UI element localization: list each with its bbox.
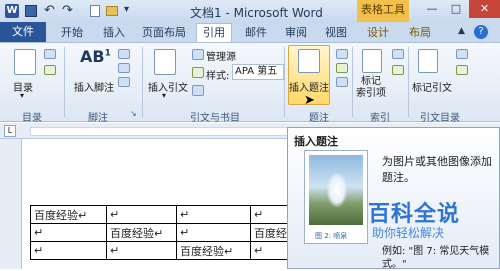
tab-design[interactable]: 设计 — [362, 24, 394, 42]
maximize-button[interactable]: □ — [445, 2, 467, 15]
group-label-footnote: 脚注 — [88, 113, 108, 124]
insert-caption-icon — [298, 49, 320, 73]
group-label-toc: 目录 — [22, 113, 42, 124]
insert-table-of-figures-icon[interactable] — [336, 49, 348, 59]
manage-sources-button[interactable]: 管理源 — [206, 48, 236, 63]
undo-icon[interactable]: ↶ — [44, 3, 55, 18]
minimize-button[interactable]: — — [421, 2, 443, 15]
insert-caption-label: 插入题注 — [289, 83, 329, 94]
table-cell[interactable]: ↵ — [250, 205, 291, 224]
minimize-ribbon-icon[interactable]: ▲ — [458, 26, 465, 36]
watermark-subtitle: 助你轻松解决 — [372, 226, 445, 240]
insert-footnote-button[interactable]: 插入脚注 — [74, 79, 114, 94]
ribbon-tabs: 文件 开始 插入 页面布局 引用 邮件 审阅 视图 设计 布局 ▲ ? — [0, 22, 500, 43]
redo-icon[interactable]: ↷ — [62, 3, 73, 18]
fountain-photo — [309, 155, 363, 225]
tab-references[interactable]: 引用 — [196, 23, 232, 43]
table-cell[interactable]: ↵ — [176, 205, 251, 224]
mark-citation-icon[interactable] — [418, 49, 438, 73]
update-index-icon[interactable] — [392, 65, 404, 75]
help-icon[interactable]: ? — [474, 25, 488, 39]
mark-citation-button[interactable]: 标记引文 — [412, 79, 452, 94]
table-row: ↵ ↵ 百度经验↵ ↵ — [30, 241, 291, 260]
tab-selector-icon[interactable]: L — [4, 125, 16, 137]
tab-file[interactable]: 文件 — [0, 22, 46, 42]
tooltip-image-caption: 图 2: 喷泉 — [315, 232, 348, 240]
table-cell[interactable]: ↵ — [30, 241, 107, 260]
ruler-scale — [30, 127, 290, 136]
mouse-cursor-icon: ➤ — [304, 93, 315, 108]
mark-entry-icon[interactable] — [362, 49, 382, 73]
table-cell[interactable]: 百度经验↵ — [176, 241, 251, 260]
show-notes-icon[interactable] — [118, 77, 130, 87]
window-title: 文档1 - Microsoft Word — [190, 6, 323, 20]
insert-index-icon[interactable] — [392, 49, 404, 59]
title-bar: W ↶ ↷ ▾ 文档1 - Microsoft Word 表格工具 — □ ✕ — [0, 0, 500, 22]
manage-sources-icon[interactable] — [192, 49, 204, 60]
insert-toa-icon[interactable] — [456, 49, 468, 59]
tab-view[interactable]: 视图 — [320, 24, 352, 42]
save-icon[interactable] — [25, 5, 37, 17]
open-icon[interactable] — [106, 6, 118, 16]
document-table[interactable]: 百度经验↵ ↵ ↵ ↵ ↵ 百度经验↵ ↵ 百度经 ↵ ↵ 百度经验↵ ↵ — [30, 205, 291, 260]
fountain-spray — [327, 173, 347, 207]
table-row: 百度经验↵ ↵ ↵ ↵ — [30, 205, 291, 224]
group-label-citations: 引文与书目 — [190, 113, 240, 124]
vertical-ruler[interactable] — [0, 139, 22, 269]
group-label-authorities: 引文目录 — [420, 113, 460, 124]
table-cell[interactable]: ↵ — [250, 241, 291, 260]
tooltip-preview-image: 图 2: 喷泉 — [304, 150, 368, 244]
update-table-icon[interactable] — [44, 65, 56, 75]
toc-icon[interactable] — [14, 49, 36, 75]
style-select[interactable]: APA 第五 — [232, 64, 284, 80]
cross-reference-icon[interactable] — [336, 77, 348, 87]
group-label-index: 索引 — [370, 113, 390, 124]
insert-footnote-icon[interactable]: AB1 — [80, 47, 111, 66]
group-label-captions: 题注 — [309, 113, 329, 124]
update-table-figures-icon[interactable] — [336, 63, 348, 73]
table-row: ↵ 百度经验↵ ↵ 百度经 — [30, 223, 291, 242]
tab-page-layout[interactable]: 页面布局 — [138, 24, 190, 42]
bibliography-icon[interactable] — [192, 85, 204, 96]
tab-review[interactable]: 审阅 — [280, 24, 312, 42]
table-cell[interactable]: 百度经 — [250, 223, 291, 242]
close-button[interactable]: ✕ — [469, 0, 500, 18]
word-icon[interactable]: W — [5, 4, 19, 18]
tab-mailings[interactable]: 邮件 — [240, 24, 272, 42]
footnote-launcher-icon[interactable]: ↘ — [130, 109, 137, 118]
next-footnote-icon[interactable] — [118, 63, 130, 73]
style-select-value: APA 第五 — [235, 66, 278, 77]
style-icon — [192, 67, 204, 78]
update-toa-icon[interactable] — [456, 65, 468, 75]
tooltip-description: 为图片或其他图像添加题注。 — [382, 155, 492, 184]
style-label: 样式: — [206, 71, 230, 82]
tooltip-title: 插入题注 — [294, 135, 338, 148]
mark-entry-button[interactable]: 标记 索引项 — [356, 76, 386, 100]
ribbon: 目录 ▾ 目录 AB1 插入脚注 脚注 ↘ 插入引文 ▾ 管理源 样式: APA… — [0, 42, 500, 124]
tab-home[interactable]: 开始 — [56, 24, 88, 42]
context-tab-header: 表格工具 — [357, 0, 409, 22]
insert-citation-button[interactable]: 插入引文 — [148, 79, 188, 94]
table-cell[interactable]: ↵ — [106, 241, 177, 260]
tooltip-example: 例如: "图 7: 常见天气模式。" — [382, 246, 490, 270]
table-cell[interactable]: 百度经验↵ — [106, 223, 177, 242]
table-cell[interactable]: ↵ — [176, 223, 251, 242]
insert-citation-icon[interactable] — [154, 49, 176, 75]
toc-dropdown-icon[interactable]: ▾ — [20, 91, 24, 100]
table-cell[interactable]: ↵ — [106, 205, 177, 224]
table-cell[interactable]: ↵ — [30, 223, 107, 242]
insert-endnote-icon[interactable] — [118, 49, 130, 59]
citation-dropdown-icon[interactable]: ▾ — [162, 91, 166, 100]
tab-insert[interactable]: 插入 — [98, 24, 130, 42]
table-cell[interactable]: 百度经验↵ — [30, 205, 107, 224]
tab-layout[interactable]: 布局 — [404, 24, 436, 42]
add-text-icon[interactable] — [44, 49, 56, 59]
customize-icon[interactable]: ▾ — [124, 4, 129, 15]
new-doc-icon[interactable] — [90, 5, 100, 17]
